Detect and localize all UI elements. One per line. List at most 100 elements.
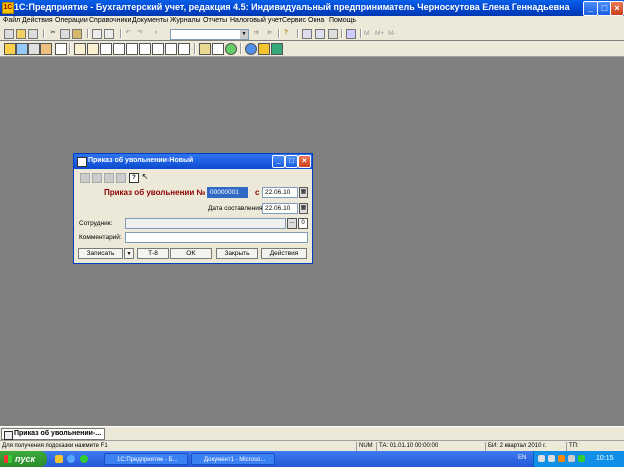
paste-icon[interactable] bbox=[72, 29, 82, 39]
calendar-icon[interactable]: ▦ bbox=[299, 203, 308, 214]
tray-icon[interactable] bbox=[548, 455, 555, 462]
menu-reports[interactable]: Отчеты bbox=[203, 17, 227, 24]
dialog-toolbar-icon-2[interactable] bbox=[92, 173, 102, 183]
volume-icon[interactable] bbox=[568, 455, 575, 462]
open-folder-icon[interactable] bbox=[16, 29, 26, 39]
actions-button[interactable]: Действия bbox=[261, 248, 307, 259]
close-dialog-button[interactable]: Закрыть bbox=[216, 248, 258, 259]
book-icon[interactable] bbox=[346, 29, 356, 39]
find-prev-icon[interactable]: ⇇ bbox=[266, 29, 274, 37]
taskbar-1c-app[interactable]: 1С:Предприятие - Б... bbox=[104, 453, 188, 465]
report-icon[interactable] bbox=[113, 43, 125, 55]
date-from-field[interactable]: 22.06.10 bbox=[262, 187, 298, 198]
menu-references[interactable]: Справочники bbox=[89, 17, 131, 24]
quicklaunch-app-icon[interactable] bbox=[55, 455, 63, 463]
toolbar-standard: ✂ ↶ ↷ ⌕ ▼ ⇉ ⇇ ? M M+ M- bbox=[0, 28, 624, 40]
calendar-icon[interactable]: ▦ bbox=[299, 187, 308, 198]
network-icon[interactable] bbox=[578, 455, 585, 462]
document-icon[interactable] bbox=[126, 43, 138, 55]
calculator-icon[interactable] bbox=[315, 29, 325, 39]
globe-icon[interactable] bbox=[245, 43, 257, 55]
find-next-icon[interactable]: ⇉ bbox=[252, 29, 260, 37]
internet-explorer-icon[interactable] bbox=[67, 455, 75, 463]
menu-windows[interactable]: Окна bbox=[308, 17, 324, 24]
write-button[interactable]: Записать bbox=[78, 248, 123, 259]
close-button[interactable]: × bbox=[610, 1, 624, 16]
ok-button[interactable]: OK bbox=[170, 248, 212, 259]
compiled-date-field[interactable]: 22.06.10 bbox=[262, 203, 298, 214]
order-icon[interactable] bbox=[139, 43, 151, 55]
info-icon[interactable] bbox=[271, 43, 283, 55]
dialog-maximize-button[interactable]: □ bbox=[285, 155, 298, 168]
clock[interactable]: 10:15 bbox=[596, 455, 614, 462]
menu-file[interactable]: Файл bbox=[3, 17, 20, 24]
bank-icon[interactable] bbox=[74, 43, 86, 55]
invoice-icon[interactable] bbox=[100, 43, 112, 55]
status-num: NUM bbox=[356, 442, 376, 451]
employee-field[interactable] bbox=[125, 218, 286, 229]
menu-journals[interactable]: Журналы bbox=[170, 17, 201, 24]
help-icon[interactable]: ? bbox=[129, 173, 139, 183]
dialog-toolbar-icon-1[interactable] bbox=[80, 173, 90, 183]
operations-journal-icon[interactable] bbox=[16, 43, 28, 55]
media-icon[interactable] bbox=[80, 455, 88, 463]
print-icon[interactable] bbox=[92, 29, 102, 39]
new-document-icon[interactable] bbox=[4, 29, 14, 39]
act-icon[interactable] bbox=[165, 43, 177, 55]
menu-help[interactable]: Помощь bbox=[329, 17, 356, 24]
menu-service[interactable]: Сервис bbox=[282, 17, 306, 24]
select-button[interactable]: ... bbox=[287, 218, 297, 229]
taskbar-word-document[interactable]: Документ1 - Microso... bbox=[191, 453, 275, 465]
dialog-toolbar-icon-3[interactable] bbox=[104, 173, 114, 183]
memory-plus-button[interactable]: M+ bbox=[375, 30, 384, 37]
window-tab[interactable]: Приказ об увольнении-... bbox=[1, 428, 105, 440]
order-number-field[interactable]: 00000001 bbox=[207, 187, 248, 198]
cash-icon[interactable] bbox=[87, 43, 99, 55]
window-panel: Приказ об увольнении-... bbox=[0, 426, 624, 441]
clear-button[interactable]: 0 bbox=[298, 218, 308, 229]
save-icon[interactable] bbox=[28, 29, 38, 39]
tray-icon[interactable] bbox=[558, 455, 565, 462]
menu-actions[interactable]: Действия bbox=[22, 17, 53, 24]
menu-documents[interactable]: Документы bbox=[132, 17, 168, 24]
comment-field[interactable] bbox=[125, 232, 308, 243]
tray-icon[interactable] bbox=[538, 455, 545, 462]
documents-icon[interactable] bbox=[40, 43, 52, 55]
menu-bar: Файл Действия Операции Справочники Докум… bbox=[0, 16, 624, 28]
entries-journal-icon[interactable] bbox=[28, 43, 40, 55]
write-dropdown-button[interactable]: ▼ bbox=[124, 248, 134, 259]
chevron-down-icon[interactable]: ▼ bbox=[240, 30, 248, 39]
undo-icon[interactable]: ↶ bbox=[124, 29, 132, 37]
language-indicator[interactable]: EN bbox=[518, 455, 526, 461]
copy-icon[interactable] bbox=[60, 29, 70, 39]
t8-print-button[interactable]: Т-8 bbox=[137, 248, 169, 259]
search-combo[interactable]: ▼ bbox=[170, 29, 249, 40]
calendar-icon[interactable] bbox=[302, 29, 312, 39]
minimize-button[interactable]: _ bbox=[583, 1, 598, 16]
dialog-minimize-button[interactable]: _ bbox=[272, 155, 285, 168]
chart-of-accounts-icon[interactable] bbox=[4, 43, 16, 55]
dialog-toolbar-icon-4[interactable] bbox=[116, 173, 126, 183]
help-question-icon[interactable]: ? bbox=[282, 29, 290, 37]
find-icon[interactable]: ⌕ bbox=[152, 29, 160, 37]
balance-sheet-icon[interactable] bbox=[212, 43, 224, 55]
ledger-icon[interactable] bbox=[199, 43, 211, 55]
cut-icon[interactable]: ✂ bbox=[49, 29, 57, 37]
memory-button[interactable]: M bbox=[364, 30, 369, 37]
start-label: пуск bbox=[15, 454, 36, 464]
grid-icon[interactable] bbox=[328, 29, 338, 39]
menu-operations[interactable]: Операции bbox=[55, 17, 88, 24]
menu-tax[interactable]: Налоговый учет bbox=[230, 17, 282, 24]
employee-label: Сотрудник: bbox=[79, 220, 113, 227]
dialog-close-button[interactable]: × bbox=[298, 155, 311, 168]
contract-icon[interactable] bbox=[178, 43, 190, 55]
preview-icon[interactable] bbox=[104, 29, 114, 39]
analysis-icon[interactable] bbox=[225, 43, 237, 55]
memory-minus-button[interactable]: M- bbox=[388, 30, 396, 37]
update-icon[interactable] bbox=[258, 43, 270, 55]
manual-entry-icon[interactable] bbox=[55, 43, 67, 55]
redo-icon[interactable]: ↷ bbox=[136, 29, 144, 37]
start-button[interactable]: пуск bbox=[0, 451, 47, 467]
waybill-icon[interactable] bbox=[152, 43, 164, 55]
pointer-help-icon[interactable]: ↖ bbox=[141, 173, 149, 181]
